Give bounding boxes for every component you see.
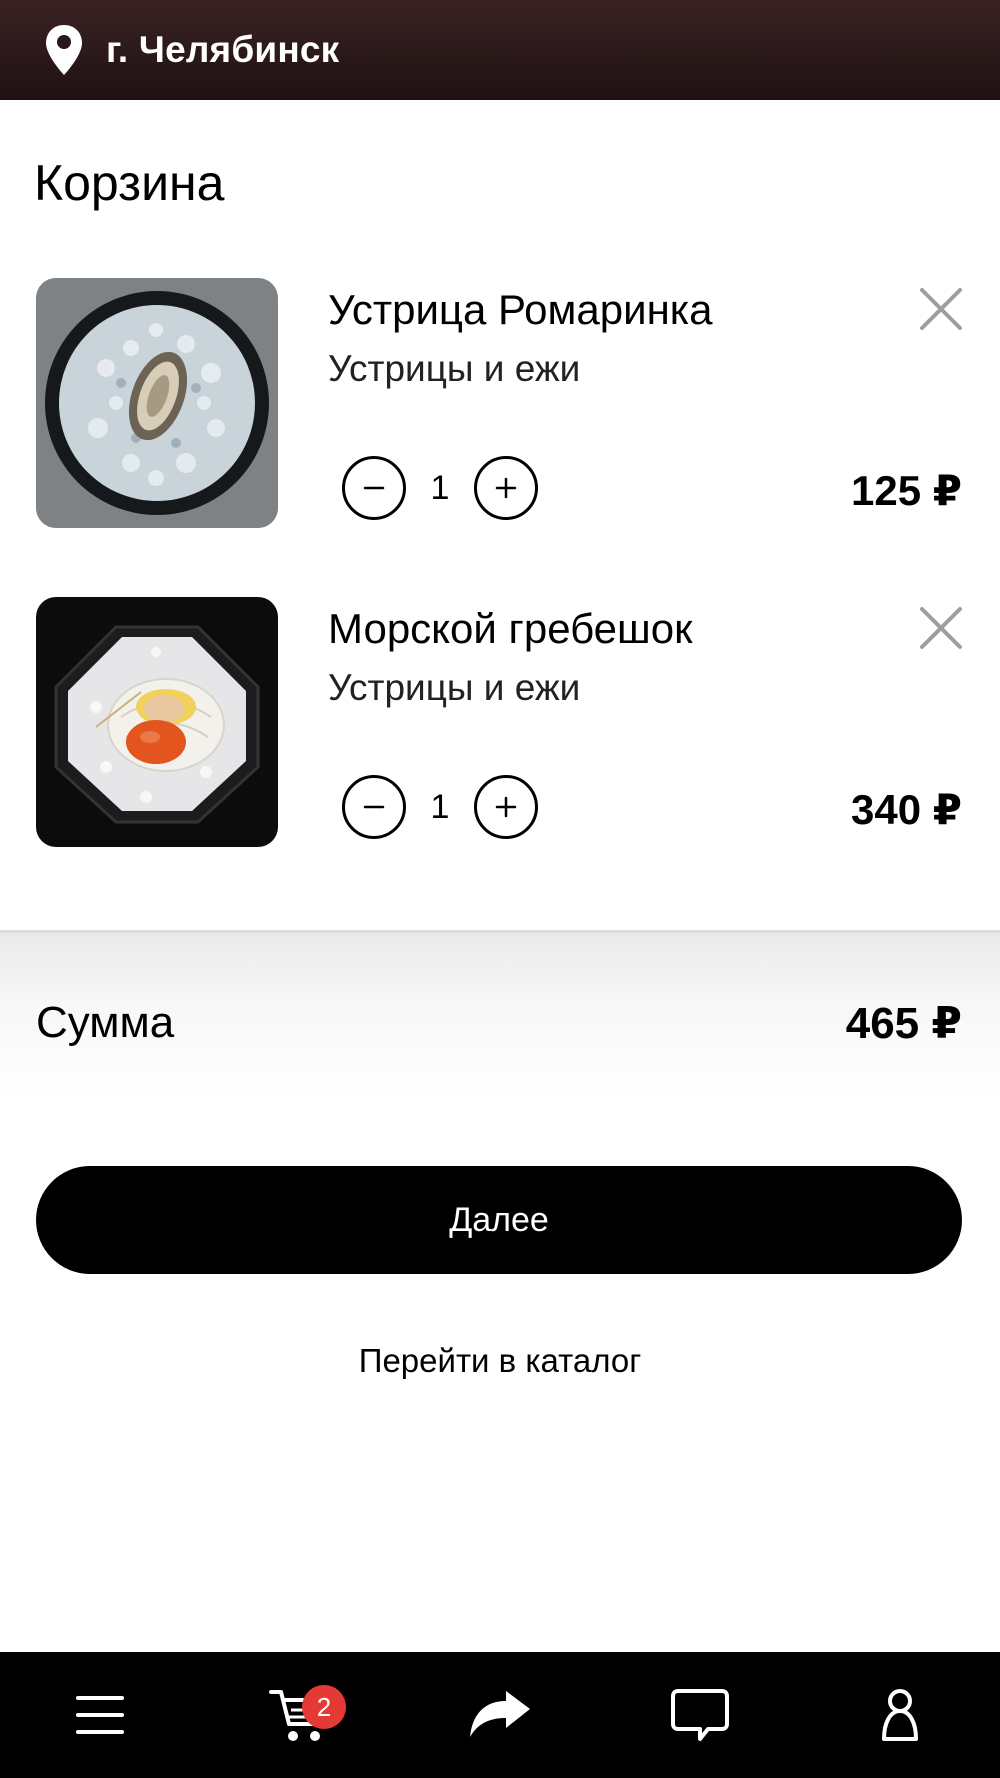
product-image-oyster [36,278,278,528]
menu-icon [76,1696,124,1734]
go-to-catalog-link[interactable]: Перейти в каталог [0,1342,1000,1380]
summary-total: 465 ₽ [845,999,962,1048]
quantity-stepper: 1 [342,775,538,839]
profile-icon [882,1689,918,1741]
plus-icon [495,796,517,818]
quantity-value: 1 [430,787,450,826]
increase-button[interactable] [474,456,538,520]
decrease-button[interactable] [342,456,406,520]
cart-item: Морской гребешок Устрицы и ежи 1 340 ₽ [0,597,1000,847]
location-header[interactable]: г. Челябинск [0,0,1000,100]
product-price: 125 ₽ [851,467,962,514]
product-name[interactable]: Устрица Ромаринка [328,286,712,334]
cart-count-badge: 2 [302,1685,346,1729]
quantity-stepper: 1 [342,456,538,520]
product-category: Устрицы и ежи [328,348,581,389]
product-category: Устрицы и ежи [328,667,581,708]
plus-icon [495,477,517,499]
minus-icon [363,486,385,490]
tab-cart[interactable]: 2 [240,1665,360,1765]
cart-item: Устрица Ромаринка Устрицы и ежи 1 125 ₽ [0,278,1000,528]
page-title: Корзина [34,155,225,211]
chat-icon [671,1689,729,1741]
tab-menu[interactable] [40,1665,160,1765]
map-pin-icon [46,25,82,75]
city-label[interactable]: г. Челябинск [106,29,339,71]
minus-icon [363,805,385,809]
bottom-tab-bar: 2 [0,1652,1000,1778]
decrease-button[interactable] [342,775,406,839]
tab-share[interactable] [440,1665,560,1765]
increase-button[interactable] [474,775,538,839]
share-icon [470,1691,530,1737]
product-name[interactable]: Морской гребешок [328,605,692,653]
tab-profile[interactable] [840,1665,960,1765]
close-icon[interactable] [918,605,964,651]
product-image-scallop [36,597,278,847]
product-price: 340 ₽ [851,786,962,833]
quantity-value: 1 [430,468,450,507]
summary-label: Сумма [36,998,175,1047]
next-button[interactable]: Далее [36,1166,962,1274]
cart-summary: Сумма 465 ₽ [0,933,1000,1103]
tab-chat[interactable] [640,1665,760,1765]
close-icon[interactable] [918,286,964,332]
